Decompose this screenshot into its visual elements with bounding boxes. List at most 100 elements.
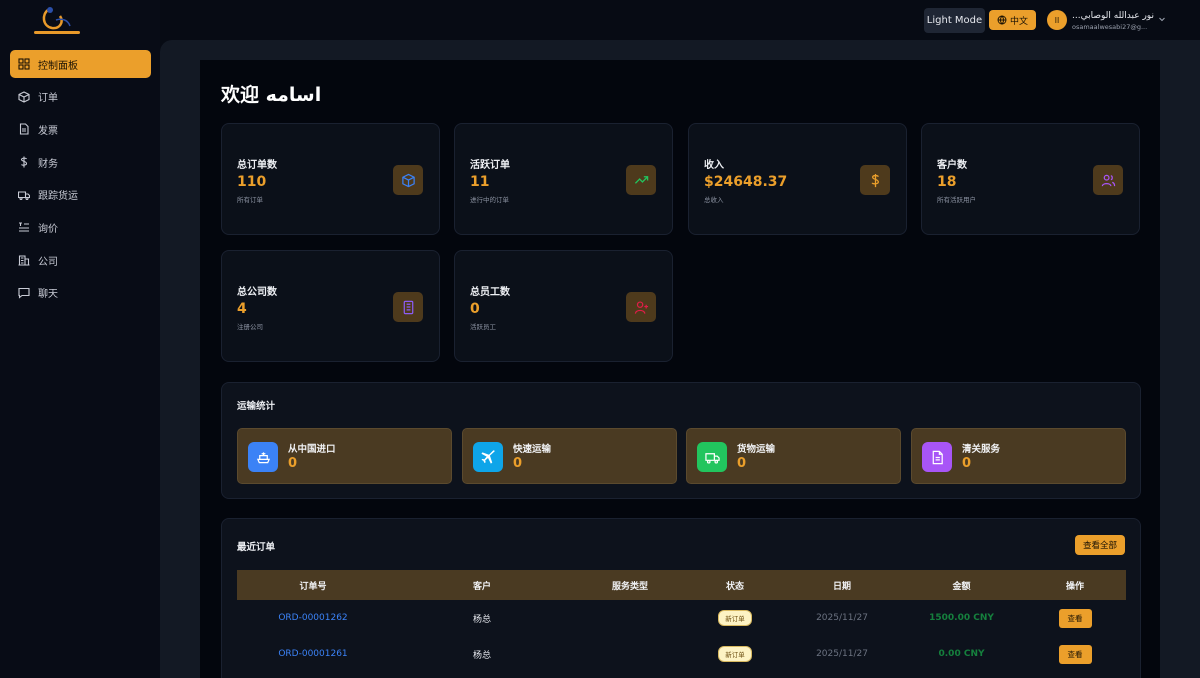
customer-cell: 杨总 xyxy=(472,650,491,661)
users-icon xyxy=(1093,165,1123,195)
stat-card-companies[interactable]: 总公司数 4 注册公司 xyxy=(221,250,440,362)
box-icon xyxy=(18,91,30,103)
view-order-button[interactable]: 查看 xyxy=(1058,608,1092,628)
sidebar-item-label: 订单 xyxy=(38,93,58,105)
amount-cell: 1500.00 CNY xyxy=(929,613,994,623)
dollar-icon xyxy=(860,165,890,195)
column-header[interactable]: 日期 xyxy=(785,579,899,592)
column-header[interactable]: 金额 xyxy=(899,579,1024,592)
ship-label: 从中国进口 xyxy=(288,444,336,455)
date-cell: 2025/11/27 xyxy=(816,649,868,659)
amount-cell: 0.00 CNY xyxy=(938,649,985,659)
ship-card-china-import[interactable]: 从中国进口 0 xyxy=(237,428,452,484)
stat-card-customers[interactable]: 客户数 18 所有活跃用户 xyxy=(921,123,1140,235)
status-cell: 新订单 xyxy=(685,610,785,626)
stat-value: 110 xyxy=(237,174,267,190)
order-id-link[interactable]: ORD-00001262 xyxy=(237,613,389,623)
action-cell: 查看 xyxy=(1024,644,1126,664)
sidebar-item-inquiry[interactable]: 询价 xyxy=(10,213,151,241)
user-plus-icon xyxy=(626,292,656,322)
sidebar-item-companies[interactable]: 公司 xyxy=(10,246,151,274)
stat-card-active-orders[interactable]: 活跃订单 11 进行中的订单 xyxy=(454,123,673,235)
list-icon xyxy=(18,221,30,233)
order-id-link[interactable]: ORD-00001261 xyxy=(237,649,389,659)
plane-icon xyxy=(473,442,503,472)
trending-up-icon xyxy=(626,165,656,195)
ship-icon xyxy=(248,442,278,472)
light-mode-button[interactable]: Light Mode xyxy=(924,8,985,33)
sidebar-item-chat[interactable]: 聊天 xyxy=(10,279,151,307)
shipping-stats-panel: 运输统计 从中国进口 0 快速运输 0 货物运输 0 清关服务 0 xyxy=(221,382,1141,499)
stat-card-total-orders[interactable]: 总订单数 110 所有订单 xyxy=(221,123,440,235)
sidebar-item-orders[interactable]: 订单 xyxy=(10,83,151,111)
sidebar-item-dashboard[interactable]: 控制面板 xyxy=(10,50,151,78)
column-header[interactable]: 状态 xyxy=(685,579,785,592)
document-icon xyxy=(18,123,30,135)
top-bar xyxy=(160,0,1200,40)
stat-subtitle: 进行中的订单 xyxy=(470,196,509,204)
stat-card-revenue[interactable]: 收入 $24648.37 总收入 xyxy=(688,123,907,235)
ship-value: 0 xyxy=(737,456,747,471)
ship-label: 快速运输 xyxy=(513,444,552,455)
view-all-button[interactable]: 查看全部 xyxy=(1075,535,1125,555)
column-header[interactable]: 订单号 xyxy=(237,579,389,592)
cube-icon xyxy=(393,165,423,195)
file-icon xyxy=(922,442,952,472)
recent-orders-panel: 最近订单 查看全部 订单号 客户 服务类型 状态 日期 金额 操作 ORD-00… xyxy=(221,518,1141,678)
stat-card-employees[interactable]: 总员工数 0 活跃员工 xyxy=(454,250,673,362)
table-header: 订单号 客户 服务类型 状态 日期 金额 操作 xyxy=(237,570,1126,600)
stat-title: 活跃订单 xyxy=(470,160,510,171)
table-row[interactable]: ORD-00001261 杨总 新订单 2025/11/27 0.00 CNY … xyxy=(237,636,1126,672)
ship-value: 0 xyxy=(962,456,972,471)
language-label: 中文 xyxy=(1009,16,1028,27)
date-cell: 2025/11/27 xyxy=(816,613,868,623)
column-header[interactable]: 服务类型 xyxy=(575,579,685,592)
stat-title: 客户数 xyxy=(937,160,967,171)
ship-card-customs[interactable]: 清关服务 0 xyxy=(911,428,1126,484)
stat-subtitle: 所有订单 xyxy=(237,196,263,204)
building-icon xyxy=(393,292,423,322)
status-cell: 新订单 xyxy=(685,646,785,662)
truck-icon xyxy=(697,442,727,472)
chevron-down-icon[interactable] xyxy=(1157,14,1167,24)
ship-card-cargo[interactable]: 货物运输 0 xyxy=(686,428,901,484)
user-email: osamaalwesabi27@g... xyxy=(1072,23,1148,31)
stat-title: 总员工数 xyxy=(470,287,510,298)
sidebar-item-label: 询价 xyxy=(38,223,58,235)
sidebar-item-invoices[interactable]: 发票 xyxy=(10,115,151,143)
sidebar-item-label: 控制面板 xyxy=(38,60,78,72)
truck-icon xyxy=(18,189,30,201)
stat-subtitle: 注册公司 xyxy=(237,323,263,331)
sidebar-nav: 控制面板 订单 发票 财务 跟踪货运 询价 公司 聊天 xyxy=(10,50,151,312)
stat-value: 0 xyxy=(470,301,480,317)
stat-title: 收入 xyxy=(704,160,724,171)
page-title: 欢迎 اسامه xyxy=(221,84,322,106)
sidebar-item-label: 公司 xyxy=(38,256,58,268)
ship-card-express[interactable]: 快速运输 0 xyxy=(462,428,677,484)
view-order-button[interactable]: 查看 xyxy=(1058,644,1092,664)
logo-underline xyxy=(34,31,80,34)
column-header[interactable]: 操作 xyxy=(1024,579,1126,592)
sidebar-item-label: 聊天 xyxy=(38,289,58,301)
avatar[interactable]: اا xyxy=(1047,10,1067,30)
table-row[interactable]: ORD-00001262 杨总 新订单 2025/11/27 1500.00 C… xyxy=(237,600,1126,636)
grid-icon xyxy=(18,58,30,70)
ship-value: 0 xyxy=(513,456,523,471)
chat-icon xyxy=(18,287,30,299)
stat-title: 总订单数 xyxy=(237,160,277,171)
sidebar-item-finance[interactable]: 财务 xyxy=(10,148,151,176)
sidebar-item-label: 财务 xyxy=(38,158,58,170)
action-cell: 查看 xyxy=(1024,608,1126,628)
sidebar: 控制面板 订单 发票 财务 跟踪货运 询价 公司 聊天 xyxy=(0,0,160,678)
language-button[interactable]: 中文 xyxy=(989,10,1036,30)
sidebar-item-tracking[interactable]: 跟踪货运 xyxy=(10,181,151,209)
column-header[interactable]: 客户 xyxy=(389,579,575,592)
ship-value: 0 xyxy=(288,456,298,471)
user-name[interactable]: ...نور عبدالله الوصابي xyxy=(1072,11,1154,21)
status-badge: 新订单 xyxy=(718,646,752,662)
stat-value: 18 xyxy=(937,174,957,190)
building-icon xyxy=(18,254,30,266)
stat-subtitle: 活跃员工 xyxy=(470,323,496,331)
stat-value: 4 xyxy=(237,301,247,317)
ship-label: 货物运输 xyxy=(737,444,776,455)
